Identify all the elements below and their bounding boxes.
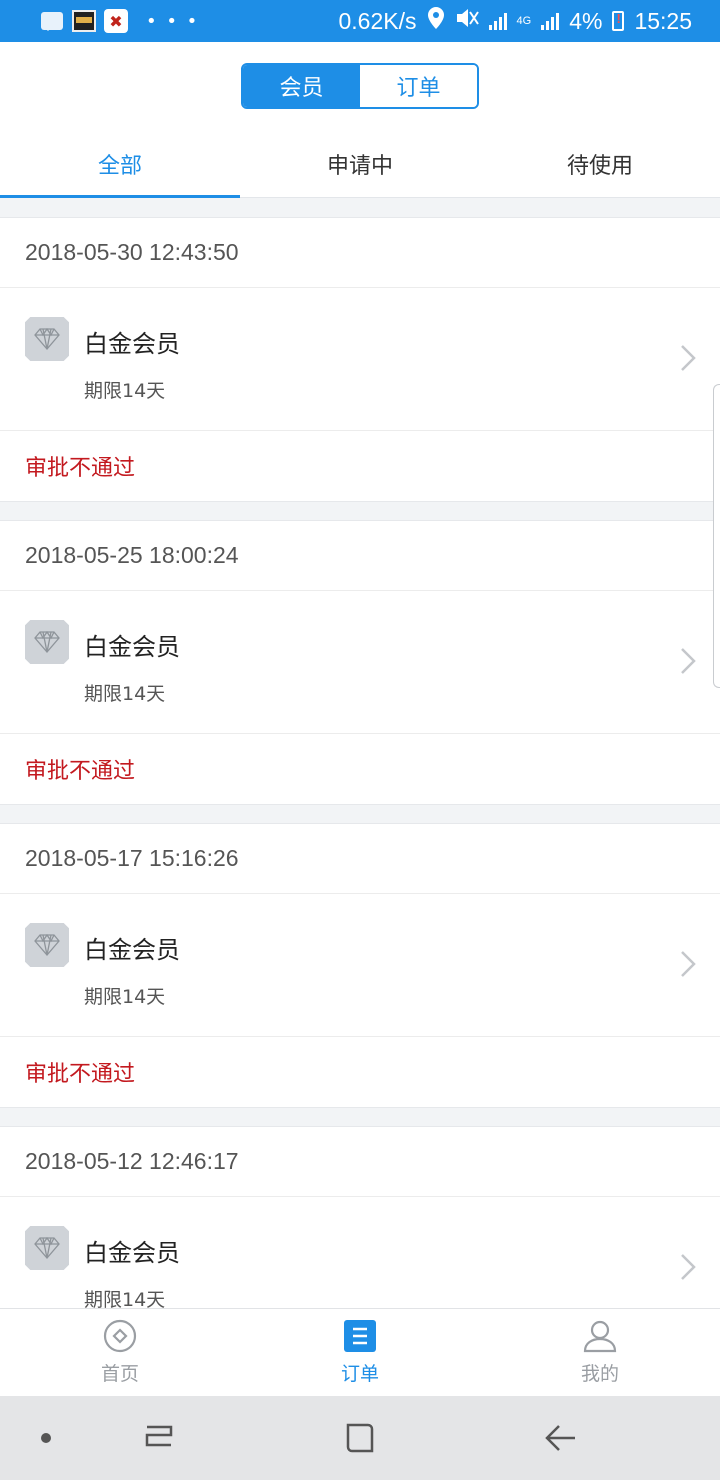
order-card: 2018-05-30 12:43:50 白金会员 期限14天 审批不通过 — [0, 217, 720, 502]
order-status: 审批不通过 — [25, 759, 136, 784]
diamond-icon — [25, 317, 69, 361]
order-card: 2018-05-12 12:46:17 白金会员 期限14天 — [0, 1126, 720, 1308]
order-time: 2018-05-25 18:00:24 — [0, 521, 720, 591]
signal-icon — [488, 12, 507, 30]
order-card: 2018-05-17 15:16:26 白金会员 期限14天 审批不通过 — [0, 823, 720, 1108]
order-duration: 期限14天 — [84, 683, 166, 705]
status-bar: ✖ • • • 0.62K/s 4G 4% 15:25 — [0, 0, 720, 42]
order-time: 2018-05-12 12:46:17 — [0, 1127, 720, 1197]
home-button-icon[interactable] — [342, 1420, 378, 1456]
order-title: 白金会员 — [84, 633, 180, 661]
orders-icon — [344, 1320, 376, 1352]
order-title: 白金会员 — [84, 1239, 180, 1267]
order-title: 白金会员 — [84, 330, 180, 358]
header: 会员 订单 — [0, 42, 720, 130]
more-notifications-icon: • • • — [146, 10, 200, 32]
bottom-tab-home-label: 首页 — [100, 1363, 139, 1385]
order-item[interactable]: 白金会员 期限14天 — [0, 894, 720, 1037]
order-time: 2018-05-17 15:16:26 — [0, 824, 720, 894]
order-item[interactable]: 白金会员 期限14天 — [0, 288, 720, 431]
chevron-right-icon — [681, 951, 696, 977]
edge-panel-handle[interactable] — [713, 384, 720, 688]
network-speed: 0.62K/s — [338, 7, 417, 34]
segmented-control: 会员 订单 — [241, 63, 479, 109]
bottom-tab-profile[interactable]: 我的 — [480, 1309, 720, 1396]
system-nav-bar — [0, 1396, 720, 1480]
order-item[interactable]: 白金会员 期限14天 — [0, 1197, 720, 1308]
diamond-icon — [25, 620, 69, 664]
segment-members[interactable]: 会员 — [243, 65, 360, 107]
back-icon[interactable] — [543, 1420, 579, 1456]
battery-percent: 4% — [569, 7, 603, 34]
chevron-right-icon — [681, 1254, 696, 1280]
bottom-tab-bar: 首页 订单 我的 — [0, 1308, 720, 1396]
chevron-right-icon — [681, 345, 696, 371]
bottom-tab-orders[interactable]: 订单 — [240, 1309, 480, 1396]
tab-pending-use[interactable]: 待使用 — [480, 130, 720, 197]
order-status: 审批不通过 — [25, 1062, 136, 1087]
bottom-tab-profile-label: 我的 — [580, 1363, 619, 1385]
clock: 15:25 — [634, 7, 692, 34]
location-icon — [427, 6, 445, 36]
bottom-tab-orders-label: 订单 — [340, 1363, 379, 1385]
status-notifications: ✖ • • • — [40, 9, 199, 33]
tab-applying[interactable]: 申请中 — [240, 130, 480, 197]
message-notification-icon — [40, 9, 64, 33]
order-item[interactable]: 白金会员 期限14天 — [0, 591, 720, 734]
battery-icon — [612, 11, 625, 31]
order-duration: 期限14天 — [84, 986, 166, 1008]
nav-dot-icon[interactable] — [28, 1420, 64, 1456]
tab-all[interactable]: 全部 — [0, 130, 240, 198]
diamond-icon — [25, 923, 69, 967]
segment-orders[interactable]: 订单 — [360, 65, 477, 107]
network-type: 4G — [516, 14, 532, 27]
recent-apps-icon[interactable] — [141, 1420, 177, 1456]
order-status: 审批不通过 — [25, 456, 136, 481]
order-duration: 期限14天 — [84, 1289, 166, 1308]
order-list[interactable]: 2018-05-30 12:43:50 白金会员 期限14天 审批不通过 201… — [0, 199, 720, 1308]
order-time: 2018-05-30 12:43:50 — [0, 218, 720, 288]
order-card: 2018-05-25 18:00:24 白金会员 期限14天 审批不通过 — [0, 520, 720, 805]
home-icon — [103, 1319, 137, 1353]
order-duration: 期限14天 — [84, 380, 166, 402]
filter-tabs: 全部 申请中 待使用 — [0, 130, 720, 198]
app-notification-icon — [72, 9, 96, 33]
signal-2-icon — [541, 12, 560, 30]
chevron-right-icon — [681, 648, 696, 674]
diamond-icon — [25, 1226, 69, 1270]
bottom-tab-home[interactable]: 首页 — [0, 1309, 240, 1396]
profile-icon — [583, 1320, 617, 1353]
mute-icon — [455, 7, 479, 35]
app2-notification-icon: ✖ — [104, 9, 128, 33]
status-indicators: 0.62K/s 4G 4% 15:25 — [338, 6, 692, 36]
order-title: 白金会员 — [84, 936, 180, 964]
